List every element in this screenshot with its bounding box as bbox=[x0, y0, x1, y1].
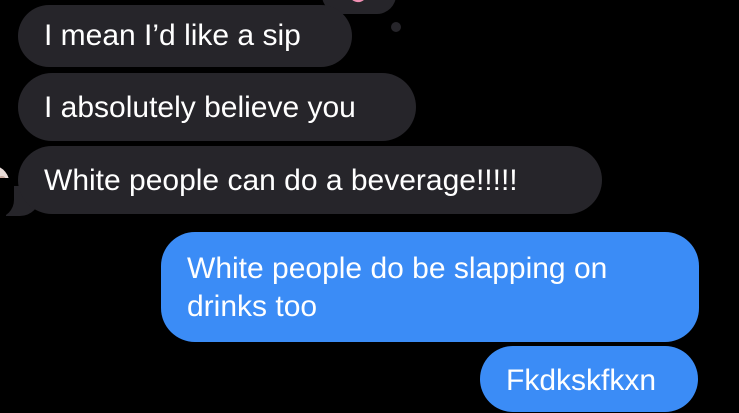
incoming-message-bubble[interactable]: I mean I’d like a sip bbox=[18, 5, 352, 67]
outgoing-message-bubble[interactable]: White people do be slapping on drinks to… bbox=[161, 232, 699, 342]
tapback-tail-dot bbox=[391, 22, 401, 32]
heart-icon bbox=[348, 0, 370, 5]
message-text: White people do be slapping on drinks to… bbox=[187, 252, 608, 323]
message-text: I absolutely believe you bbox=[44, 91, 356, 124]
incoming-message-bubble[interactable]: White people can do a beverage!!!!! bbox=[18, 146, 602, 214]
message-text: I mean I’d like a sip bbox=[44, 19, 301, 52]
outgoing-message-bubble[interactable]: Fkdkskfkxn bbox=[480, 346, 698, 412]
message-text: Fkdkskfkxn bbox=[506, 364, 657, 397]
message-text: White people can do a beverage!!!!! bbox=[44, 164, 518, 197]
incoming-message-bubble[interactable]: I absolutely believe you bbox=[18, 73, 416, 141]
